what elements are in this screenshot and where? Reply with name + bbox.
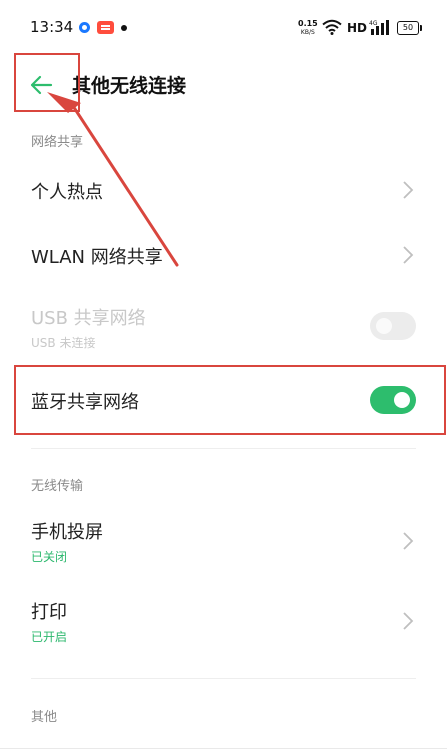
usb-sharing-title: USB 共享网络 (31, 308, 146, 329)
print-status: 已开启 (31, 630, 68, 644)
battery-icon: 50 (397, 21, 422, 35)
status-bar: 13:34 0.15 KB/S HD 4G 50 (0, 0, 447, 56)
usb-sharing-toggle (370, 312, 416, 340)
app-notification-icon (79, 22, 90, 33)
divider (31, 448, 416, 449)
wlan-sharing-title: WLAN 网络共享 (31, 247, 163, 268)
section-label-wireless-transfer: 无线传输 (31, 479, 84, 494)
usb-sharing-status: USB 未连接 (31, 336, 96, 350)
wifi-icon (322, 19, 342, 35)
toggle-knob (376, 318, 392, 334)
highlight-box-back (14, 53, 80, 112)
chevron-right-icon (403, 612, 414, 630)
network-type: 4G (369, 20, 378, 27)
chevron-right-icon (403, 532, 414, 550)
section-label-network-sharing: 网络共享 (31, 135, 84, 150)
network-speed: 0.15 KB/S (298, 20, 318, 37)
page-title: 其他无线连接 (72, 75, 187, 97)
dot-icon (121, 25, 127, 31)
print-title: 打印 (31, 602, 67, 623)
section-label-other: 其他 (31, 710, 58, 725)
hotspot-title: 个人热点 (31, 182, 103, 203)
network-speed-unit: KB/S (300, 29, 315, 36)
network-speed-value: 0.15 (298, 19, 318, 28)
divider (31, 678, 416, 679)
app-notification-icon (97, 21, 114, 34)
chevron-right-icon (403, 246, 414, 264)
signal-icon: 4G (369, 20, 389, 35)
chevron-right-icon (403, 181, 414, 199)
screen-cast-title: 手机投屏 (31, 522, 103, 543)
hd-label: HD (347, 21, 368, 35)
highlight-box-bluetooth (14, 365, 446, 435)
status-time: 13:34 (30, 18, 74, 36)
screen-cast-status: 已关闭 (31, 550, 68, 564)
